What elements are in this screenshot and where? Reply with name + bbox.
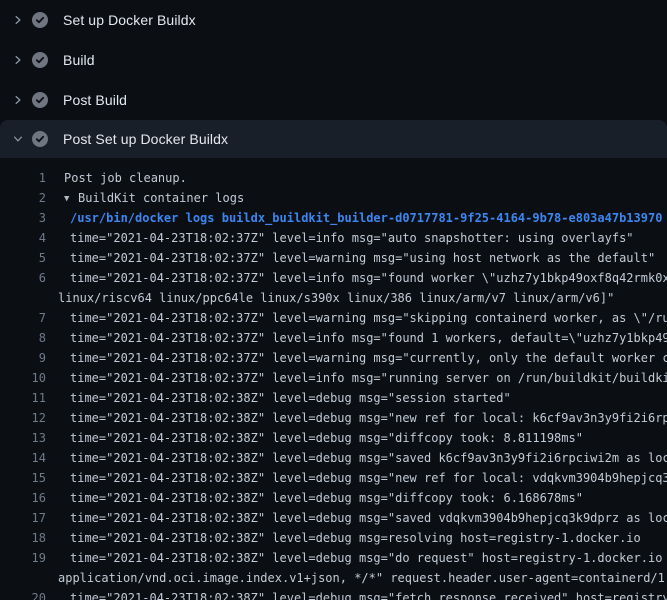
step-label: Post Set up Docker Buildx <box>63 131 228 147</box>
log-row: 13 time="2021-04-23T18:02:38Z" level=deb… <box>0 428 667 448</box>
log-row: linux/riscv64 linux/ppc64le linux/s390x … <box>0 288 667 308</box>
log-row: 17 time="2021-04-23T18:02:38Z" level=deb… <box>0 508 667 528</box>
log-row: 7 time="2021-04-23T18:02:37Z" level=warn… <box>0 308 667 328</box>
chevron-down-icon <box>10 131 26 147</box>
line-number[interactable]: 9 <box>0 348 46 368</box>
log-text: time="2021-04-23T18:02:37Z" level=warnin… <box>46 308 667 328</box>
log-text: time="2021-04-23T18:02:38Z" level=debug … <box>46 428 583 448</box>
line-number[interactable]: 19 <box>0 548 46 568</box>
step-row-build[interactable]: Build <box>0 40 667 80</box>
log-text: linux/riscv64 linux/ppc64le linux/s390x … <box>46 288 614 308</box>
log-row: 9 time="2021-04-23T18:02:37Z" level=warn… <box>0 348 667 368</box>
log-text: time="2021-04-23T18:02:38Z" level=debug … <box>46 448 667 468</box>
line-number[interactable]: 13 <box>0 428 46 448</box>
log-text: time="2021-04-23T18:02:37Z" level=info m… <box>46 368 667 388</box>
chevron-right-icon <box>10 52 26 68</box>
line-number[interactable]: 3 <box>0 208 46 228</box>
line-number[interactable]: 20 <box>0 588 46 600</box>
log-row: 6 time="2021-04-23T18:02:37Z" level=info… <box>0 268 667 288</box>
check-circle-icon <box>32 92 48 108</box>
log-text: time="2021-04-23T18:02:38Z" level=debug … <box>46 588 667 600</box>
log-row: 14 time="2021-04-23T18:02:38Z" level=deb… <box>0 448 667 468</box>
log-text: time="2021-04-23T18:02:38Z" level=debug … <box>46 508 667 528</box>
log-text: time="2021-04-23T18:02:38Z" level=debug … <box>46 408 667 428</box>
log-console: 1 Post job cleanup. 2 ▼BuildKit containe… <box>0 158 667 600</box>
step-row-set-up-docker-buildx[interactable]: Set up Docker Buildx <box>0 0 667 40</box>
line-number[interactable]: 10 <box>0 368 46 388</box>
line-number[interactable]: 4 <box>0 228 46 248</box>
log-text: time="2021-04-23T18:02:38Z" level=debug … <box>46 548 667 568</box>
step-label: Set up Docker Buildx <box>63 12 196 28</box>
check-circle-icon <box>32 12 48 28</box>
line-number[interactable]: 18 <box>0 528 46 548</box>
chevron-right-icon <box>10 12 26 28</box>
line-number[interactable]: 15 <box>0 468 46 488</box>
log-row: 11 time="2021-04-23T18:02:38Z" level=deb… <box>0 388 667 408</box>
check-circle-icon <box>32 131 48 147</box>
line-number[interactable]: 11 <box>0 388 46 408</box>
line-number[interactable]: 14 <box>0 448 46 468</box>
log-row: 16 time="2021-04-23T18:02:38Z" level=deb… <box>0 488 667 508</box>
log-row: 12 time="2021-04-23T18:02:38Z" level=deb… <box>0 408 667 428</box>
line-number[interactable]: 2 <box>0 188 46 208</box>
chevron-right-icon <box>10 92 26 108</box>
log-group-row[interactable]: 2 ▼BuildKit container logs <box>0 188 667 208</box>
line-number[interactable]: 8 <box>0 328 46 348</box>
log-text: ▼BuildKit container logs <box>46 188 244 208</box>
log-row: 19 time="2021-04-23T18:02:38Z" level=deb… <box>0 548 667 568</box>
line-number[interactable]: 6 <box>0 268 46 288</box>
log-text: time="2021-04-23T18:02:37Z" level=info m… <box>46 268 667 288</box>
log-group-label: BuildKit container logs <box>78 191 244 205</box>
log-text: application/vnd.oci.image.index.v1+json,… <box>46 568 667 588</box>
log-row: 20 time="2021-04-23T18:02:38Z" level=deb… <box>0 588 667 600</box>
log-row: application/vnd.oci.image.index.v1+json,… <box>0 568 667 588</box>
log-row: 8 time="2021-04-23T18:02:37Z" level=info… <box>0 328 667 348</box>
log-text: time="2021-04-23T18:02:38Z" level=debug … <box>46 388 511 408</box>
line-number[interactable]: 5 <box>0 248 46 268</box>
step-list: Set up Docker Buildx Build Post Buil <box>0 0 667 158</box>
step-label: Post Build <box>63 92 127 108</box>
log-text: time="2021-04-23T18:02:37Z" level=warnin… <box>46 348 667 368</box>
log-row: 10 time="2021-04-23T18:02:37Z" level=inf… <box>0 368 667 388</box>
log-text: Post job cleanup. <box>46 168 187 188</box>
log-row: 4 time="2021-04-23T18:02:37Z" level=info… <box>0 228 667 248</box>
log-row: 3 /usr/bin/docker logs buildx_buildkit_b… <box>0 208 667 228</box>
actions-log-viewer: Set up Docker Buildx Build Post Buil <box>0 0 667 600</box>
step-label: Build <box>63 52 95 68</box>
step-row-post-build[interactable]: Post Build <box>0 80 667 120</box>
log-text: time="2021-04-23T18:02:38Z" level=debug … <box>46 488 583 508</box>
triangle-down-icon: ▼ <box>64 189 78 208</box>
log-text: time="2021-04-23T18:02:38Z" level=debug … <box>46 528 641 548</box>
log-text: time="2021-04-23T18:02:37Z" level=info m… <box>46 328 667 348</box>
line-number[interactable]: 17 <box>0 508 46 528</box>
log-text: time="2021-04-23T18:02:37Z" level=info m… <box>46 228 634 248</box>
line-number <box>0 288 46 308</box>
log-row: 15 time="2021-04-23T18:02:38Z" level=deb… <box>0 468 667 488</box>
log-row: 18 time="2021-04-23T18:02:38Z" level=deb… <box>0 528 667 548</box>
line-number[interactable]: 1 <box>0 168 46 188</box>
line-number[interactable]: 12 <box>0 408 46 428</box>
line-number <box>0 568 46 588</box>
command-log-text: /usr/bin/docker logs buildx_buildkit_bui… <box>46 208 662 228</box>
log-row: 1 Post job cleanup. <box>0 168 667 188</box>
log-text: time="2021-04-23T18:02:37Z" level=warnin… <box>46 248 655 268</box>
log-row: 5 time="2021-04-23T18:02:37Z" level=warn… <box>0 248 667 268</box>
step-row-post-set-up-docker-buildx[interactable]: Post Set up Docker Buildx <box>0 120 667 158</box>
line-number[interactable]: 7 <box>0 308 46 328</box>
log-text: time="2021-04-23T18:02:38Z" level=debug … <box>46 468 667 488</box>
line-number[interactable]: 16 <box>0 488 46 508</box>
check-circle-icon <box>32 52 48 68</box>
